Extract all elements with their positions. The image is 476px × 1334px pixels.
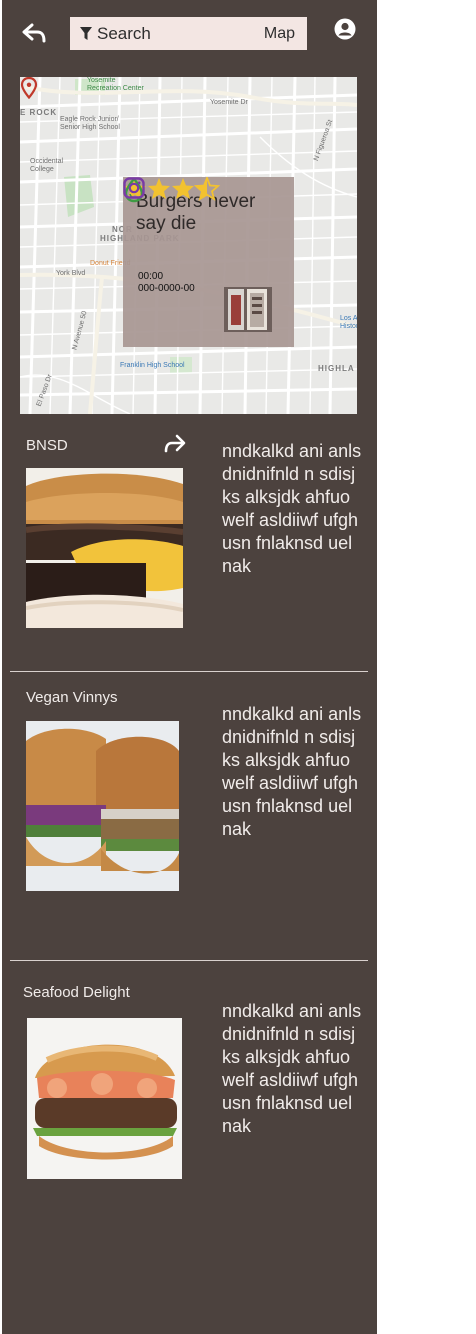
listing-name: Vegan Vinnys: [26, 689, 118, 706]
map-label-los-angeles-historic: Los A Historic: [340, 315, 357, 330]
share-arrow-icon[interactable]: [164, 434, 186, 454]
map-label-yosemite: Yosemite Recreation Center: [87, 77, 144, 92]
map-view[interactable]: Yosemite Recreation Center E ROCK Eagle …: [20, 77, 357, 414]
star-icon: [172, 178, 194, 199]
back-button[interactable]: [22, 20, 48, 46]
burger-photo: [26, 468, 183, 628]
map-toggle-button[interactable]: Map: [264, 25, 295, 43]
popup-hours: 00:00: [138, 271, 164, 282]
listing-card-seafood-delight[interactable]: Seafood Delight nndkalkd ani anlsdnidnif…: [2, 975, 377, 1225]
instagram-icon[interactable]: [123, 177, 145, 199]
user-circle-icon: [334, 18, 356, 40]
listing-description: nndkalkd ani anlsdnidnifnld n sdisjks al…: [222, 1001, 362, 1136]
divider: [10, 960, 368, 961]
map-label-occidental: Occidental College: [30, 158, 64, 173]
seafood-burger-photo: [27, 1018, 182, 1179]
popup-photo[interactable]: [224, 287, 272, 332]
map-label-highland: HIGHLA: [318, 364, 355, 373]
restaurant-popup-card[interactable]: Burgers never say die 00:00 000-0000-00: [123, 177, 294, 347]
search-input[interactable]: [70, 17, 240, 50]
map-label-eagle-rock-school: Eagle Rock Junior/ Senior High School: [60, 116, 120, 131]
search-bar: Map: [70, 17, 307, 50]
listing-photo[interactable]: [27, 1018, 182, 1179]
listing-description: nndkalkd ani anlsdnidnifnld n sdisjks al…: [222, 441, 362, 576]
divider: [10, 671, 368, 672]
listing-photo[interactable]: [26, 468, 183, 628]
map-label-york-blvd: York Blvd: [56, 270, 86, 277]
listing-name: BNSD: [26, 437, 68, 454]
reply-arrow-icon: [22, 23, 46, 43]
map-label-franklin-high: Franklin High School: [120, 362, 185, 369]
top-bar: Map: [2, 0, 377, 70]
star-icon: [148, 178, 170, 199]
profile-button[interactable]: [334, 18, 356, 40]
app-screen: Map: [2, 0, 377, 1334]
listing-card-vegan-vinnys[interactable]: Vegan Vinnys nndkalkd ani anlsdnidnifnld…: [2, 680, 377, 950]
listing-card-bnsd[interactable]: BNSD nndkalkd ani anlsdnidnifnld n sdisj…: [2, 420, 377, 670]
listing-description: nndkalkd ani anlsdnidnifnld n sdisjks al…: [222, 704, 362, 839]
storefront-photo: [224, 287, 272, 332]
popup-phone: 000-0000-00: [138, 283, 195, 294]
listing-name: Seafood Delight: [23, 984, 130, 1001]
map-pin-icon[interactable]: [20, 77, 38, 99]
map-label-yosemite-dr: Yosemite Dr: [210, 99, 248, 106]
veggie-burger-photo: [26, 721, 179, 891]
listing-photo[interactable]: [26, 721, 179, 891]
map-label-rock: E ROCK: [20, 108, 58, 117]
